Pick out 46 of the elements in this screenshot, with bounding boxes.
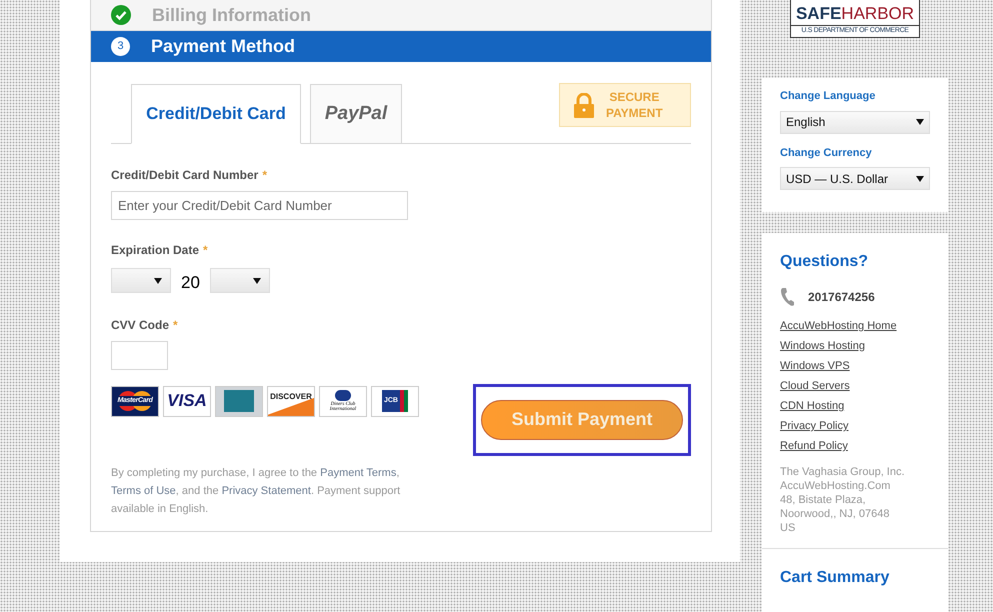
footer-link[interactable]: Windows Hosting bbox=[780, 336, 865, 356]
select-label: Change Language bbox=[780, 89, 876, 104]
amex-logo bbox=[215, 386, 263, 416]
caret-icon bbox=[916, 119, 924, 125]
dropdown-select[interactable]: USD — U.S. Dollar bbox=[780, 167, 930, 190]
terms-of-use-link[interactable]: Terms of Use bbox=[111, 484, 176, 496]
step-title: Payment Method bbox=[151, 35, 296, 58]
footer-link[interactable]: AccuWebHosting Home bbox=[780, 316, 897, 336]
check-icon bbox=[111, 5, 131, 25]
card-number-field[interactable]: Enter your Credit/Debit Card Number bbox=[111, 191, 408, 220]
month-select[interactable] bbox=[111, 268, 171, 294]
visa-logo: VISA bbox=[163, 386, 211, 416]
phone-number: 2017674256 bbox=[808, 289, 875, 306]
caret-icon bbox=[916, 176, 924, 182]
discover-logo: DISCOVER bbox=[267, 386, 315, 416]
phone-icon bbox=[780, 288, 794, 306]
year-prefix: 20 bbox=[181, 272, 200, 294]
step-title: Billing Information bbox=[152, 4, 311, 27]
field-label: CVV Code bbox=[111, 316, 170, 334]
footer-link[interactable]: Windows VPS bbox=[780, 356, 850, 376]
secure-payment-text: SECURE PAYMENT bbox=[606, 89, 663, 121]
field-label: Expiration Date bbox=[111, 242, 200, 259]
cvv-field[interactable] bbox=[111, 340, 168, 370]
payment-terms-link[interactable]: Payment Terms bbox=[320, 466, 396, 478]
year-select[interactable] bbox=[210, 268, 270, 294]
footer-link[interactable]: Cloud Servers bbox=[780, 376, 850, 396]
dropdown-select[interactable]: English bbox=[780, 110, 930, 134]
company-address: The Vaghasia Group, Inc. AccuWebHosting.Com 48, Bistate Plaza, Noorwood,, NJ, 07648 US bbox=[780, 465, 906, 535]
required-mark: * bbox=[262, 167, 268, 184]
terms-text: By completing my purchase, I agree to the Payment Terms, Terms of Use, and the Privacy Statement. Payment support available in English. bbox=[111, 466, 401, 516]
required-mark: * bbox=[173, 316, 178, 334]
payment-tab[interactable]: PayPal bbox=[310, 84, 402, 144]
cart-summary-title: Cart Summary bbox=[780, 568, 890, 588]
step-number: 3 bbox=[111, 37, 130, 56]
questions-title: Questions? bbox=[780, 252, 870, 272]
caret-icon bbox=[252, 278, 261, 284]
caret-icon bbox=[154, 278, 162, 284]
padlock-icon bbox=[574, 92, 594, 118]
footer-link[interactable]: Privacy Policy bbox=[780, 416, 848, 436]
field-label: Credit/Debit Card Number bbox=[111, 167, 258, 184]
required-mark: * bbox=[203, 242, 208, 259]
select-label: Change Currency bbox=[780, 146, 873, 160]
payment-tab[interactable]: Credit/Debit Card bbox=[131, 84, 301, 144]
footer-link[interactable]: Refund Policy bbox=[780, 436, 848, 456]
footer-link[interactable]: CDN Hosting bbox=[780, 396, 844, 416]
privacy-statement-link[interactable]: Privacy Statement bbox=[222, 484, 311, 496]
